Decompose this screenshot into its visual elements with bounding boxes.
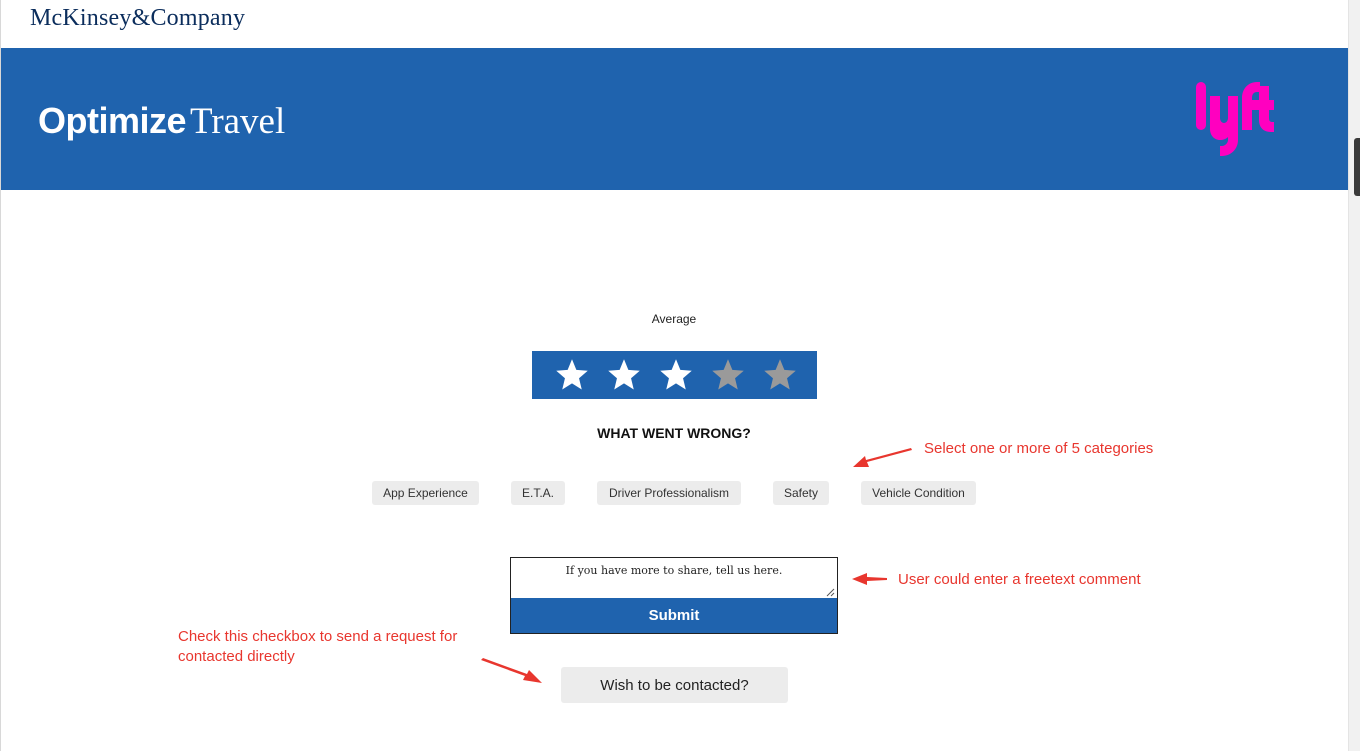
hero-title-bold: Optimize: [38, 100, 187, 141]
star-icon[interactable]: [606, 357, 642, 393]
category-eta[interactable]: E.T.A.: [511, 481, 565, 505]
what-went-wrong-heading: WHAT WENT WRONG?: [597, 425, 751, 441]
category-driver-professionalism[interactable]: Driver Professionalism: [597, 481, 741, 505]
lyft-logo-icon: [1196, 82, 1274, 156]
wish-to-be-contacted-checkbox[interactable]: Wish to be contacted?: [561, 667, 788, 703]
annotation-contact: Check this checkbox to send a request fo…: [178, 628, 458, 665]
star-rating[interactable]: [532, 351, 817, 399]
resize-grip-icon[interactable]: [826, 588, 835, 597]
mckinsey-logo[interactable]: McKinsey&Company: [30, 5, 245, 32]
vertical-scrollbar[interactable]: [1348, 0, 1360, 751]
annotation-categories: Select one or more of 5 categories: [924, 440, 1154, 457]
star-icon[interactable]: [658, 357, 694, 393]
category-safety[interactable]: Safety: [773, 481, 829, 505]
arrow-to-comment-icon: [852, 573, 887, 585]
comment-textarea[interactable]: [511, 558, 837, 598]
arrow-to-categories-icon: [853, 448, 912, 467]
rating-label: Average: [651, 312, 697, 326]
hero-title-light: Travel: [190, 101, 286, 142]
brand-bar: McKinsey&Company: [1, 0, 1349, 48]
star-icon[interactable]: [710, 357, 746, 393]
arrow-to-contact-icon: [481, 658, 542, 683]
scrollbar-thumb[interactable]: [1354, 138, 1360, 196]
submit-button[interactable]: Submit: [511, 598, 837, 633]
hero-title: Optimize Travel: [38, 100, 285, 143]
category-vehicle-condition[interactable]: Vehicle Condition: [861, 481, 976, 505]
star-icon[interactable]: [762, 357, 798, 393]
category-app-experience[interactable]: App Experience: [372, 481, 479, 505]
hero-banner: Optimize Travel: [1, 48, 1349, 190]
comment-form: Submit: [510, 557, 838, 634]
star-icon[interactable]: [554, 357, 590, 393]
annotation-comment: User could enter a freetext comment: [898, 571, 1141, 588]
page: McKinsey&Company Optimize Travel Average …: [0, 0, 1349, 751]
